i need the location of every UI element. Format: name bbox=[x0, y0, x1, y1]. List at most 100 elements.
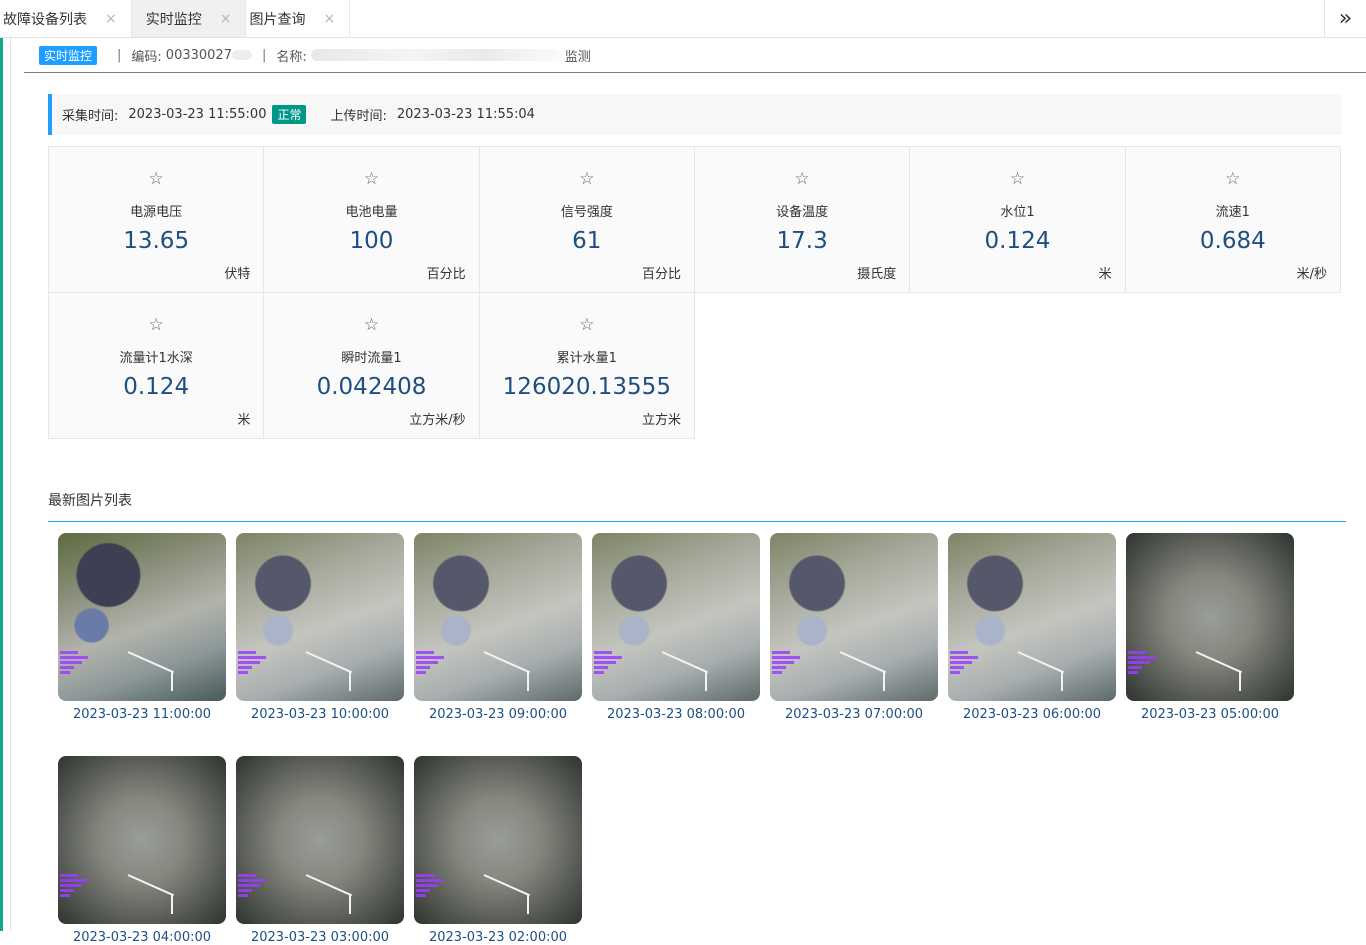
metric-card: ☆ 设备温度 17.3 摄氏度 bbox=[693, 146, 911, 293]
photo-thumbnail[interactable] bbox=[592, 533, 760, 701]
metric-value: 17.3 bbox=[776, 228, 828, 254]
star-icon[interactable]: ☆ bbox=[264, 169, 478, 189]
photo-thumbnail[interactable] bbox=[414, 533, 582, 701]
left-accent-rail bbox=[0, 38, 3, 931]
photo-thumbnail[interactable] bbox=[770, 533, 938, 701]
divider bbox=[48, 521, 1346, 522]
metric-unit: 米 bbox=[1098, 267, 1112, 282]
star-icon[interactable]: ☆ bbox=[480, 315, 694, 335]
metric-value: 13.65 bbox=[123, 228, 190, 254]
tab-label: 实时监控 bbox=[145, 11, 202, 28]
photo-thumbnail[interactable] bbox=[236, 756, 404, 924]
metric-card: ☆ 信号强度 61 百分比 bbox=[478, 146, 695, 293]
photo-caption[interactable]: 2023-03-23 02:00:00 bbox=[414, 930, 582, 945]
metric-name: 流速1 bbox=[1215, 205, 1250, 220]
photo-thumbnail[interactable] bbox=[1126, 533, 1294, 701]
photo-item[interactable]: 2023-03-23 07:00:00 bbox=[770, 533, 938, 722]
upload-time-value: 2023-03-23 11:55:04 bbox=[396, 107, 535, 122]
code-value: 00330027 bbox=[165, 47, 232, 63]
metric-card: ☆ 电池电量 100 百分比 bbox=[263, 146, 480, 293]
photo-thumbnail[interactable] bbox=[58, 756, 226, 924]
separator: | bbox=[261, 47, 267, 63]
code-label: 编码: bbox=[131, 49, 162, 65]
photo-caption[interactable]: 2023-03-23 06:00:00 bbox=[948, 707, 1116, 722]
photo-caption[interactable]: 2023-03-23 04:00:00 bbox=[58, 930, 226, 945]
close-icon[interactable]: × bbox=[323, 11, 335, 27]
photo-item[interactable]: 2023-03-23 04:00:00 bbox=[58, 756, 226, 945]
metric-name: 信号强度 bbox=[560, 205, 613, 220]
double-chevron-right-icon[interactable]: » bbox=[1324, 0, 1366, 37]
star-icon[interactable]: ☆ bbox=[910, 169, 1124, 189]
star-icon[interactable]: ☆ bbox=[264, 315, 478, 335]
time-bar: 采集时间: 2023-03-23 11:55:00 正常 上传时间: 2023-… bbox=[48, 94, 1342, 135]
metric-name: 设备温度 bbox=[776, 205, 829, 220]
photo-item[interactable]: 2023-03-23 06:00:00 bbox=[948, 533, 1116, 722]
photo-caption[interactable]: 2023-03-23 05:00:00 bbox=[1126, 707, 1294, 722]
metric-name: 电池电量 bbox=[345, 205, 398, 220]
photo-caption[interactable]: 2023-03-23 07:00:00 bbox=[770, 707, 938, 722]
star-icon[interactable]: ☆ bbox=[1126, 169, 1340, 189]
photo-item[interactable]: 2023-03-23 09:00:00 bbox=[414, 533, 582, 722]
metric-card: ☆ 流量计1水深 0.124 米 bbox=[48, 292, 265, 439]
metric-value: 0.124 bbox=[984, 228, 1051, 254]
metric-value: 0.042408 bbox=[316, 374, 427, 400]
tab-realtime-monitor[interactable]: 实时监控 × bbox=[131, 0, 247, 37]
metric-card: ☆ 水位1 0.124 米 bbox=[909, 146, 1126, 293]
metric-unit: 百分比 bbox=[641, 267, 681, 282]
metric-value: 126020.13555 bbox=[502, 374, 671, 400]
name-suffix: 监测 bbox=[564, 49, 591, 65]
photo-item[interactable]: 2023-03-23 10:00:00 bbox=[236, 533, 404, 722]
photo-caption[interactable]: 2023-03-23 09:00:00 bbox=[414, 707, 582, 722]
photo-caption[interactable]: 2023-03-23 11:00:00 bbox=[58, 707, 226, 722]
photo-item[interactable]: 2023-03-23 08:00:00 bbox=[592, 533, 760, 722]
collect-time-value: 2023-03-23 11:55:00 bbox=[128, 107, 267, 122]
metric-unit: 伏特 bbox=[224, 267, 251, 282]
tab-image-query[interactable]: 图片查询 × bbox=[246, 0, 351, 37]
tab-list: 故障设备列表 × 实时监控 × 图片查询 × bbox=[0, 0, 351, 37]
tab-label: 故障设备列表 bbox=[3, 11, 87, 28]
metric-unit: 米 bbox=[237, 413, 251, 428]
metric-unit: 摄氏度 bbox=[857, 267, 897, 282]
photo-caption[interactable]: 2023-03-23 08:00:00 bbox=[592, 707, 760, 722]
metric-unit: 米/秒 bbox=[1296, 267, 1327, 282]
metric-name: 流量计1水深 bbox=[119, 351, 193, 366]
metric-card: ☆ 累计水量1 126020.13555 立方米 bbox=[478, 292, 695, 439]
metric-name: 电源电压 bbox=[130, 205, 183, 220]
star-icon[interactable]: ☆ bbox=[49, 169, 263, 189]
page-badge: 实时监控 bbox=[39, 45, 98, 65]
photo-list-title: 最新图片列表 bbox=[48, 493, 132, 509]
metric-value: 0.124 bbox=[123, 374, 190, 400]
separator: | bbox=[117, 47, 122, 63]
star-icon[interactable]: ☆ bbox=[49, 315, 263, 335]
photo-thumbnail[interactable] bbox=[58, 533, 226, 701]
photo-item[interactable]: 2023-03-23 05:00:00 bbox=[1126, 533, 1294, 722]
name-label: 名称: bbox=[276, 49, 307, 65]
metric-unit: 百分比 bbox=[426, 267, 466, 282]
metric-grid: ☆ 电源电压 13.65 伏特 ☆ 电池电量 100 百分比 ☆ 信号强度 61 百分比 ☆ 设备温度 17… bbox=[48, 146, 1341, 439]
photo-thumbnail[interactable] bbox=[414, 756, 582, 924]
metric-name: 累计水量1 bbox=[556, 351, 617, 366]
star-icon[interactable]: ☆ bbox=[480, 169, 694, 189]
tab-label: 图片查询 bbox=[249, 11, 306, 28]
close-icon[interactable]: × bbox=[220, 11, 232, 27]
metric-name: 瞬时流量1 bbox=[341, 351, 402, 366]
tab-bar: 故障设备列表 × 实时监控 × 图片查询 × » bbox=[0, 0, 1366, 38]
close-icon[interactable]: × bbox=[105, 11, 117, 27]
photo-item[interactable]: 2023-03-23 11:00:00 bbox=[58, 533, 226, 722]
metric-card: ☆ 瞬时流量1 0.042408 立方米/秒 bbox=[263, 292, 480, 439]
metric-card: ☆ 流速1 0.684 米/秒 bbox=[1124, 146, 1341, 293]
photo-list: 2023-03-23 11:00:00 2023-03-23 10:00:00 20… bbox=[58, 533, 1338, 945]
tab-fault-device-list[interactable]: 故障设备列表 × bbox=[0, 0, 132, 37]
photo-caption[interactable]: 2023-03-23 03:00:00 bbox=[236, 930, 404, 945]
star-icon[interactable]: ☆ bbox=[695, 169, 909, 189]
metric-name: 水位1 bbox=[1000, 205, 1035, 220]
breadcrumb: 实时监控 | 编码: 00330027 | 名称: 监测 bbox=[24, 38, 1366, 73]
photo-item[interactable]: 2023-03-23 02:00:00 bbox=[414, 756, 582, 945]
photo-thumbnail[interactable] bbox=[948, 533, 1116, 701]
photo-thumbnail[interactable] bbox=[236, 533, 404, 701]
tab-more-glyph: » bbox=[1338, 6, 1353, 31]
photo-caption[interactable]: 2023-03-23 10:00:00 bbox=[236, 707, 404, 722]
metric-unit: 立方米 bbox=[641, 413, 681, 428]
upload-time-label: 上传时间: bbox=[330, 109, 387, 124]
photo-item[interactable]: 2023-03-23 03:00:00 bbox=[236, 756, 404, 945]
